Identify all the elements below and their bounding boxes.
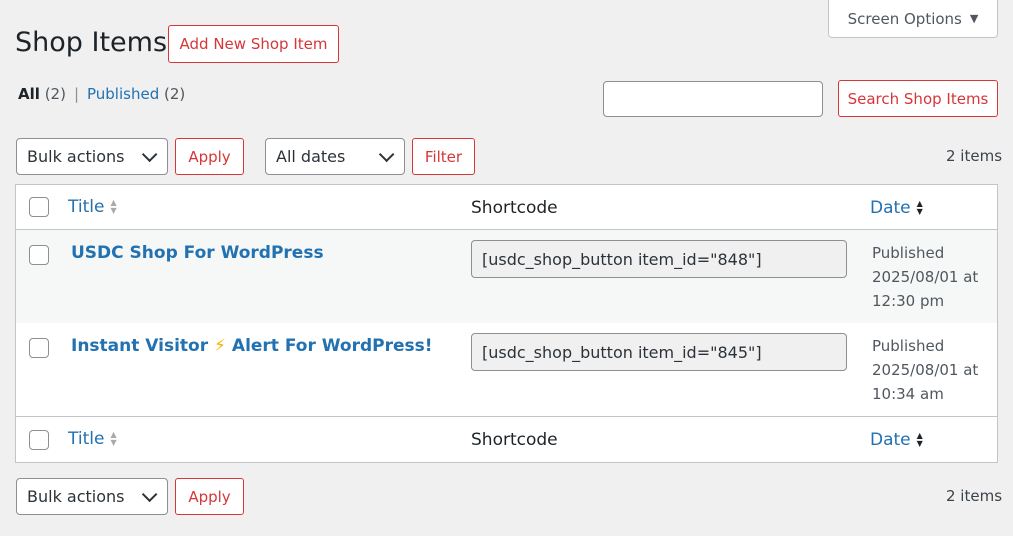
- post-time: 12:30 pm: [872, 292, 945, 310]
- table-footer-row: Title ▲ ▼ Shortcode Date ▲ ▼: [16, 416, 997, 462]
- bulk-actions-value: Bulk actions: [27, 147, 125, 166]
- items-count-bottom: 2 items: [946, 487, 1003, 505]
- row-checkbox[interactable]: [29, 245, 49, 265]
- select-all-checkbox-footer[interactable]: [29, 430, 49, 450]
- view-all-count: (2): [44, 85, 66, 103]
- search-shop-items-button[interactable]: Search Shop Items: [838, 80, 998, 117]
- sort-icon: ▲ ▼: [110, 430, 117, 447]
- sort-desc-icon: ▲ ▼: [916, 431, 923, 448]
- item-title-link[interactable]: Instant Visitor ⚡ Alert For WordPress!: [71, 336, 433, 356]
- dates-value: All dates: [276, 147, 346, 166]
- item-title-link[interactable]: USDC Shop For WordPress: [71, 243, 324, 263]
- column-date-label: Date: [870, 198, 911, 218]
- view-published-label: Published: [87, 85, 160, 103]
- column-title-sort-footer[interactable]: Title ▲ ▼: [68, 429, 117, 449]
- filter-button[interactable]: Filter: [412, 138, 475, 175]
- shortcode-field[interactable]: [usdc_shop_button item_id="848"]: [471, 240, 847, 278]
- shortcode-field[interactable]: [usdc_shop_button item_id="845"]: [471, 333, 847, 371]
- post-status: Published: [872, 244, 945, 262]
- column-shortcode-label: Shortcode: [471, 198, 558, 218]
- post-date: 2025/08/01 at: [872, 268, 979, 286]
- triangle-down-icon: ▼: [969, 12, 979, 25]
- bulk-actions-value: Bulk actions: [27, 487, 125, 506]
- column-title-label: Title: [68, 197, 105, 217]
- column-date-sort-footer[interactable]: Date ▲ ▼: [870, 430, 923, 450]
- search-input[interactable]: [603, 81, 823, 117]
- lightning-bolt-icon: ⚡: [214, 336, 226, 356]
- shop-items-table: Title ▲ ▼ Shortcode Date ▲ ▼ USDC Shop For…: [15, 184, 998, 463]
- view-all[interactable]: All (2): [18, 85, 66, 103]
- row-checkbox[interactable]: [29, 338, 49, 358]
- column-title-sort[interactable]: Title ▲ ▼: [68, 197, 117, 217]
- view-separator: |: [73, 85, 79, 103]
- sort-desc-icon: ▲ ▼: [916, 199, 923, 216]
- dates-select[interactable]: All dates: [265, 138, 405, 175]
- date-cell: Published 2025/08/01 at 10:34 am: [872, 334, 978, 406]
- chevron-down-icon: [378, 146, 395, 163]
- screen-options-button[interactable]: Screen Options ▼: [828, 0, 998, 38]
- column-title-label: Title: [68, 429, 105, 449]
- table-row: USDC Shop For WordPress [usdc_shop_butto…: [16, 230, 997, 323]
- table-header-row: Title ▲ ▼ Shortcode Date ▲ ▼: [16, 185, 997, 230]
- chevron-down-icon: [141, 486, 158, 503]
- view-published-count: (2): [164, 85, 186, 103]
- screen-options-label: Screen Options: [847, 9, 962, 28]
- post-time: 10:34 am: [872, 385, 944, 403]
- view-all-label: All: [18, 85, 40, 103]
- item-title-end: Alert For WordPress!: [231, 336, 433, 356]
- post-date: 2025/08/01 at: [872, 361, 979, 379]
- item-title-start: Instant Visitor: [71, 336, 209, 356]
- add-new-shop-item-button[interactable]: Add New Shop Item: [168, 25, 339, 63]
- apply-button[interactable]: Apply: [175, 138, 244, 175]
- view-published[interactable]: Published (2): [87, 85, 185, 103]
- post-status: Published: [872, 337, 945, 355]
- items-count: 2 items: [946, 147, 1003, 165]
- table-row: Instant Visitor ⚡ Alert For WordPress! […: [16, 323, 997, 416]
- bulk-actions-select[interactable]: Bulk actions: [16, 138, 168, 175]
- bulk-actions-select-bottom[interactable]: Bulk actions: [16, 478, 168, 515]
- column-date-sort[interactable]: Date ▲ ▼: [870, 198, 923, 218]
- date-cell: Published 2025/08/01 at 12:30 pm: [872, 241, 978, 313]
- page-title: Shop Items: [15, 27, 168, 58]
- apply-button-bottom[interactable]: Apply: [175, 478, 244, 515]
- chevron-down-icon: [141, 146, 158, 163]
- sort-icon: ▲ ▼: [110, 198, 117, 215]
- column-shortcode-label: Shortcode: [471, 430, 558, 450]
- column-date-label: Date: [870, 430, 911, 450]
- select-all-checkbox[interactable]: [29, 197, 49, 217]
- view-filters: All (2) | Published (2): [18, 85, 185, 103]
